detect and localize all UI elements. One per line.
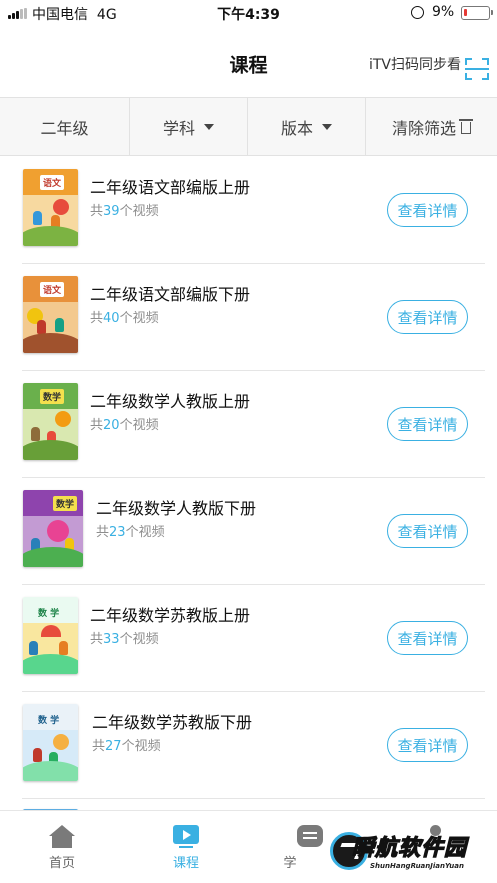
- view-details-button[interactable]: 查看详情: [387, 514, 468, 548]
- subject-filter[interactable]: 学科: [130, 98, 248, 156]
- course-title: 二年级数学苏教版下册: [92, 713, 253, 732]
- course-title: 二年级语文部编版下册: [90, 285, 251, 304]
- status-bar: 中国电信 4G 下午4:39 9%: [0, 0, 497, 26]
- course-item[interactable]: 数 学 二年级数学苏教版上册 共33个视频 查看详情: [0, 585, 497, 692]
- edition-filter[interactable]: 版本: [248, 98, 366, 156]
- nav-header: 课程 iTV扫码同步看: [0, 26, 497, 98]
- orientation-lock-icon: [411, 6, 424, 19]
- view-details-button[interactable]: 查看详情: [387, 621, 468, 655]
- course-icon: [173, 825, 199, 849]
- course-item[interactable]: 语文 二年级语文部编版上册 共39个视频 查看详情: [0, 157, 497, 264]
- caret-down-icon: [322, 124, 332, 130]
- tab-home[interactable]: 首页: [0, 811, 124, 883]
- book-cover: 数 学: [23, 597, 78, 674]
- study-icon: [297, 825, 323, 849]
- course-item[interactable]: 语文 二年级语文部编版下册 共40个视频 查看详情: [0, 264, 497, 371]
- video-count: 共40个视频: [90, 311, 159, 326]
- course-title: 二年级数学苏教版上册: [90, 606, 251, 625]
- course-title: 二年级语文部编版上册: [90, 178, 251, 197]
- filter-bar: 二年级 学科 版本 清除筛选: [0, 98, 497, 156]
- book-cover: 数学: [23, 490, 83, 567]
- view-details-button[interactable]: 查看详情: [387, 407, 468, 441]
- video-count: 共23个视频: [96, 525, 165, 540]
- battery-icon: [461, 6, 493, 20]
- video-count: 共20个视频: [90, 418, 159, 433]
- tab-course[interactable]: 课程: [124, 811, 248, 883]
- battery-percent: 9%: [432, 4, 455, 20]
- book-cover: 语文: [23, 276, 78, 353]
- video-count: 共39个视频: [90, 204, 159, 219]
- course-item[interactable]: 数 学 二年级数学苏教版下册 共27个视频 查看详情: [0, 692, 497, 799]
- home-icon: [49, 825, 75, 849]
- book-cover: 语文: [23, 169, 78, 246]
- course-item[interactable]: 数学 二年级数学人教版上册 共20个视频 查看详情: [0, 371, 497, 478]
- watermark-logo: 瞬航软件园 ShunHangRuanJianYuan: [330, 828, 480, 878]
- clear-filter-button[interactable]: 清除筛选: [366, 98, 497, 156]
- course-item[interactable]: 数学 二年级数学人教版下册 共23个视频 查看详情: [0, 478, 497, 585]
- course-title: 二年级数学人教版上册: [90, 392, 251, 411]
- trash-icon: [459, 119, 473, 134]
- view-details-button[interactable]: 查看详情: [387, 728, 468, 762]
- scan-icon[interactable]: [465, 58, 489, 80]
- view-details-button[interactable]: 查看详情: [387, 193, 468, 227]
- view-details-button[interactable]: 查看详情: [387, 300, 468, 334]
- video-count: 共33个视频: [90, 632, 159, 647]
- course-title: 二年级数学人教版下册: [96, 499, 257, 518]
- book-cover: 数 学: [23, 704, 78, 781]
- book-cover: 数学: [23, 383, 78, 460]
- itv-scan-button[interactable]: iTV扫码同步看: [369, 54, 461, 74]
- grade-filter[interactable]: 二年级: [0, 98, 130, 156]
- caret-down-icon: [204, 124, 214, 130]
- video-count: 共27个视频: [92, 739, 161, 754]
